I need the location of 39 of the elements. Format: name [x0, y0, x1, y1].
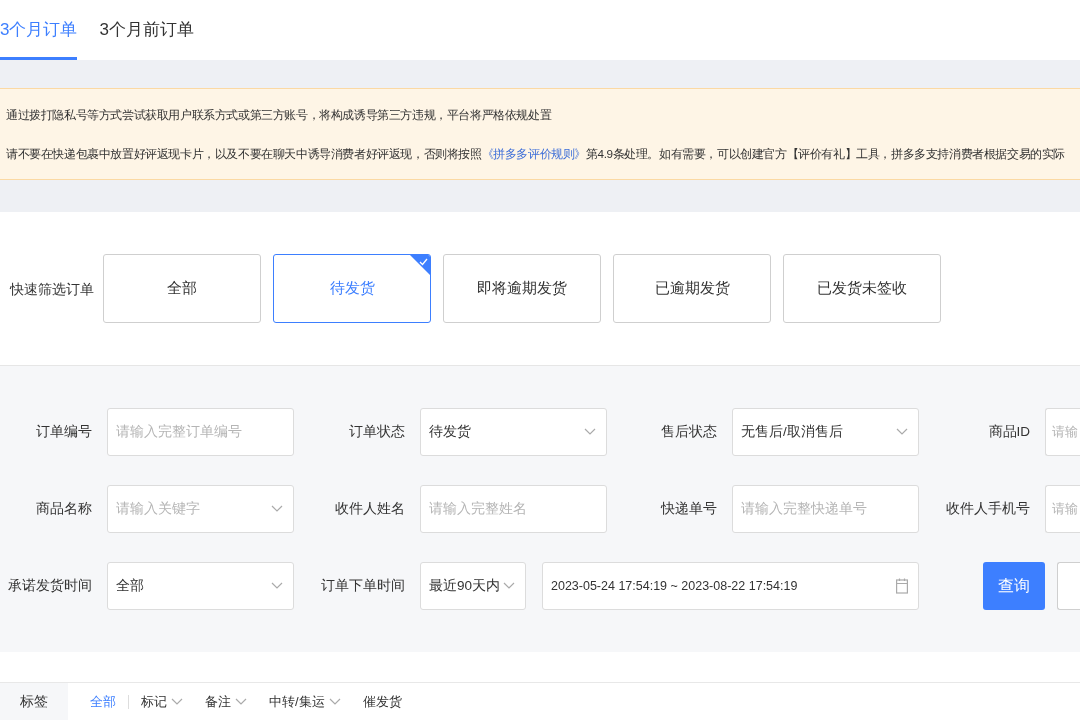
- select-field[interactable]: 最近90天内: [420, 562, 526, 610]
- tag-filter[interactable]: 中转/集运: [269, 691, 341, 712]
- select-field[interactable]: 无售后/取消售后: [732, 408, 919, 456]
- chevron-down-icon: [896, 428, 908, 436]
- tag-filter[interactable]: 备注: [205, 691, 247, 712]
- tag-filter[interactable]: 标记: [141, 691, 183, 712]
- date-range-field[interactable]: 2023-05-24 17:54:19 ~ 2023-08-22 17:54:19: [542, 562, 919, 610]
- notice-text: 通过拨打隐私号等方式尝试获取用户联系方式或第三方账号，将构成诱导第三方违规，平台将严格依规处置: [6, 106, 552, 123]
- field-label: 订单下单时间: [320, 576, 406, 595]
- filter-option[interactable]: 即将逾期发货: [443, 254, 601, 323]
- tag-filter[interactable]: 全部: [90, 691, 116, 712]
- chevron-down-icon: [271, 505, 283, 513]
- tag-label: 标签: [0, 683, 68, 720]
- field-label: 收件人手机号: [945, 499, 1031, 518]
- tag-filter[interactable]: 催发货: [362, 691, 402, 712]
- notice-text: 请不要在快递包裹中放置好评返现卡片，以及不要在聊天中诱导消费者好评返现，否则将按照《拼多多评价规则》第4.9条处理。如有需要，可以创建官方【评价有礼】工具，拼多多支持消费者根据交易的实际: [6, 145, 1066, 162]
- tab[interactable]: 3个月前订单: [99, 0, 194, 60]
- field-label: 订单状态: [348, 422, 406, 441]
- outline-button[interactable]: [1057, 562, 1080, 610]
- chevron-down-icon: [584, 428, 596, 436]
- filter-option[interactable]: 待发货: [273, 254, 431, 323]
- filter-option[interactable]: 已逾期发货: [613, 254, 771, 323]
- field-label: 快递单号: [659, 499, 718, 518]
- calendar-icon: [896, 578, 908, 594]
- select-field[interactable]: 全部: [107, 562, 294, 610]
- filter-option[interactable]: 全部: [103, 254, 261, 323]
- filter-option[interactable]: 已发货未签收: [783, 254, 941, 323]
- field-label: 商品ID: [987, 422, 1031, 441]
- query-button[interactable]: 查询: [983, 562, 1045, 610]
- field-label: 商品名称: [35, 499, 93, 518]
- chevron-down-icon: [271, 582, 283, 590]
- chevron-down-icon: [503, 582, 515, 590]
- field-label: 承诺发货时间: [7, 576, 93, 595]
- field-label: 收件人姓名: [334, 499, 406, 518]
- select-field[interactable]: 待发货: [420, 408, 607, 456]
- check-corner-icon: [410, 255, 430, 275]
- field-label: 售后状态: [660, 422, 718, 441]
- field-label: 订单编号: [35, 422, 93, 441]
- rules-link[interactable]: 《拼多多评价规则》: [481, 146, 586, 160]
